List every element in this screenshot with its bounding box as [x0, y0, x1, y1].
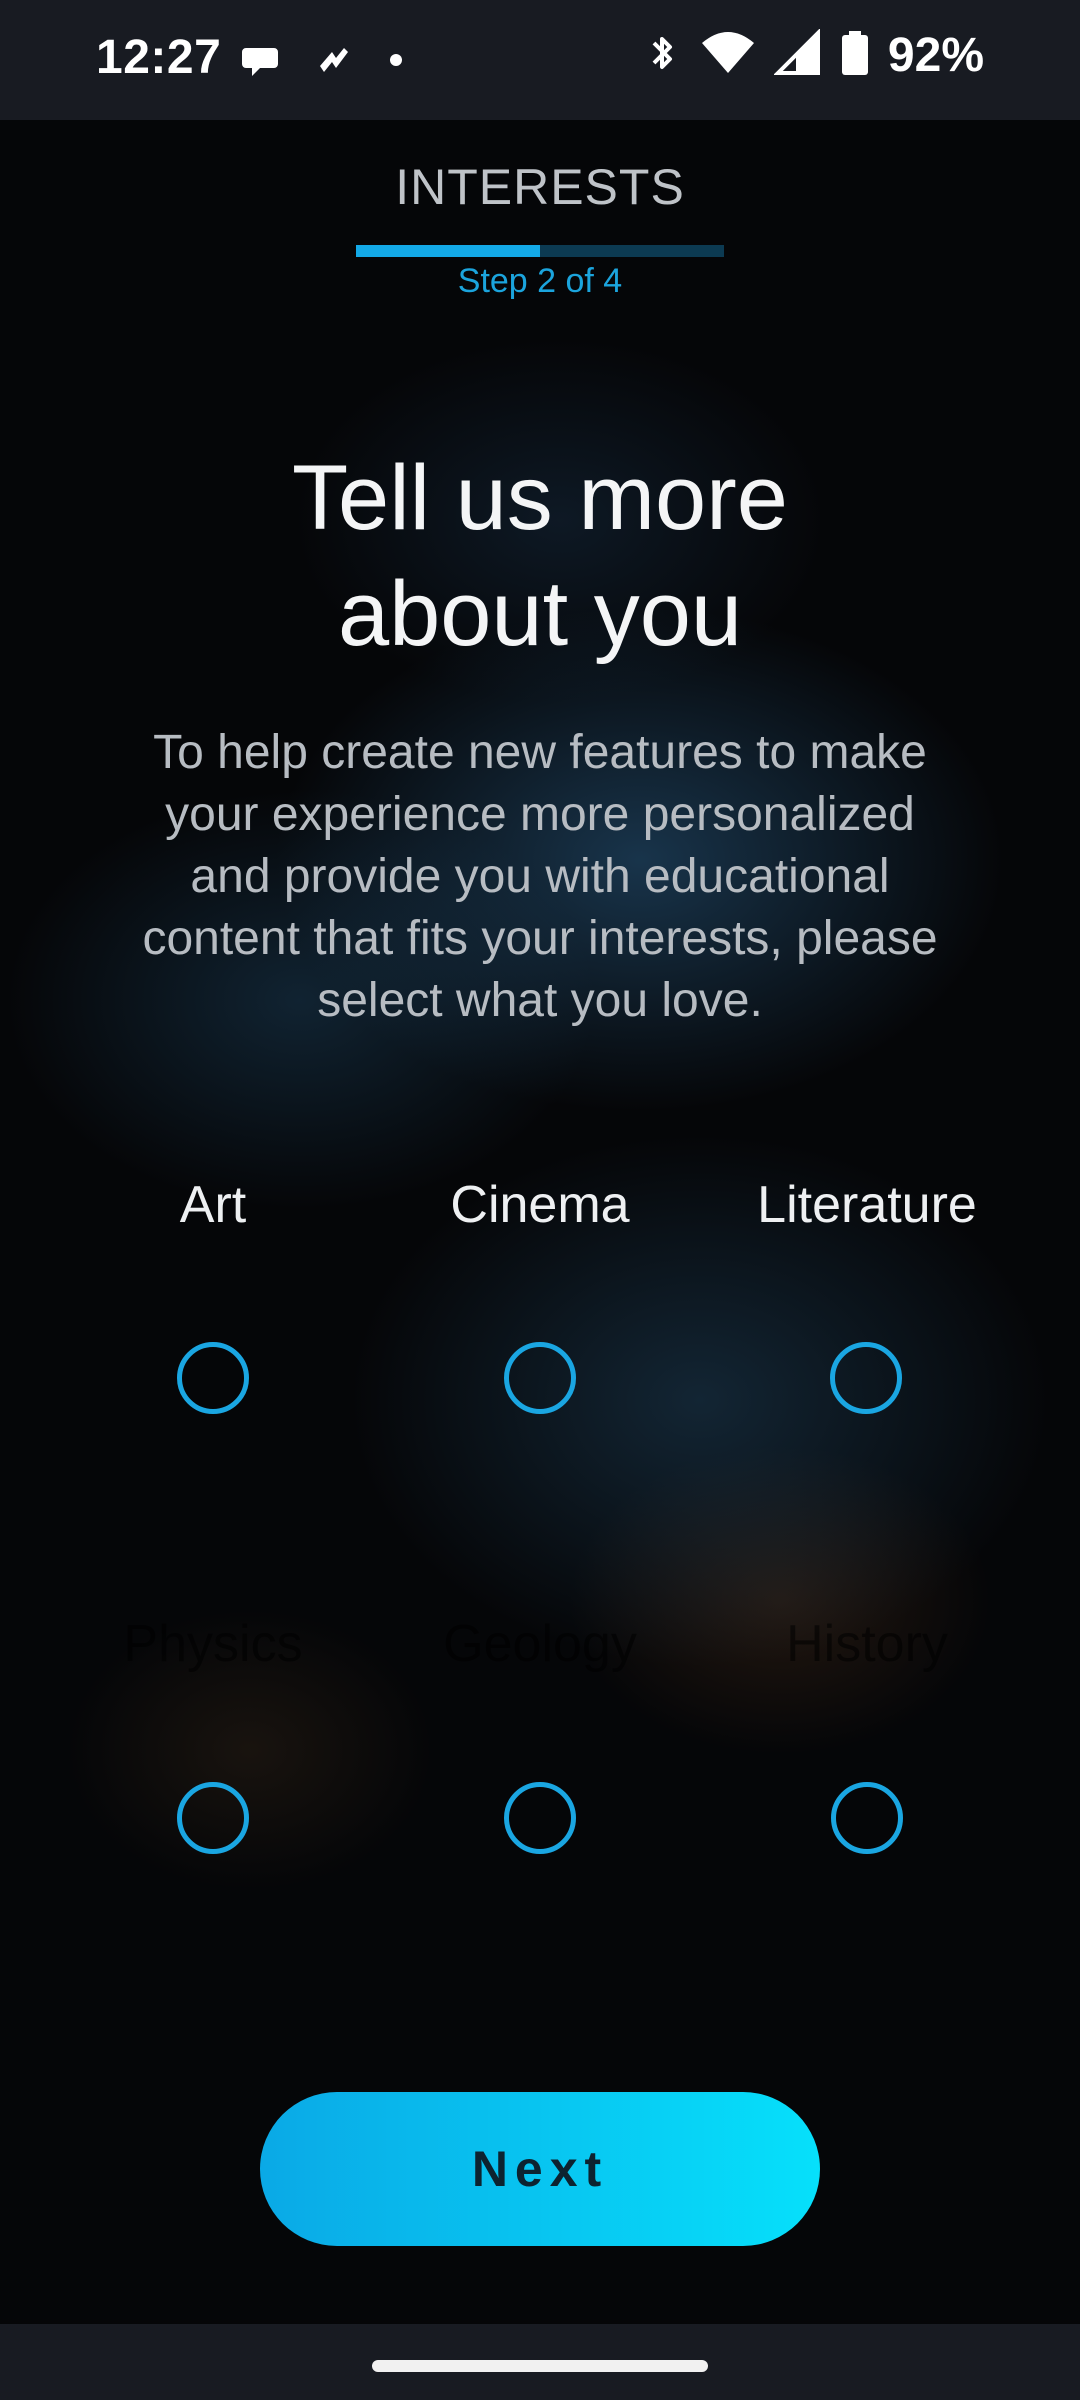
interest-label: Physics [123, 1615, 303, 1673]
dot-icon [388, 52, 404, 73]
interest-option-literature[interactable]: Literature [697, 1173, 1037, 1237]
interests-screen: 12:27 92% INTERESTS Step 2 of 4 Tell us … [0, 0, 1080, 2400]
page-title: Tell us more about you [0, 440, 1080, 672]
interest-label: Art [179, 1176, 247, 1234]
interest-radio-cinema[interactable] [504, 1342, 576, 1414]
bluetooth-icon [642, 29, 682, 82]
interest-label: History [786, 1615, 948, 1673]
status-bar: 12:27 92% [0, 0, 1080, 120]
next-button[interactable]: Next [260, 2092, 820, 2246]
battery-percent: 92% [887, 29, 984, 82]
interest-option-physics[interactable]: Physics [43, 1612, 383, 1676]
interest-radio-literature[interactable] [830, 1342, 902, 1414]
status-time: 12:27 [96, 31, 222, 84]
interest-radio-art[interactable] [177, 1342, 249, 1414]
interest-radio-history[interactable] [831, 1782, 903, 1854]
home-indicator[interactable] [372, 2360, 708, 2372]
notification-icons [240, 40, 404, 85]
interest-radio-geology[interactable] [504, 1782, 576, 1854]
interest-label: Geology [443, 1615, 637, 1673]
wifi-icon [700, 29, 756, 82]
health-app-icon [314, 40, 354, 85]
step-progress-fill [356, 245, 540, 257]
system-icons: 92% [642, 28, 984, 83]
section-title: INTERESTS [395, 159, 685, 215]
interest-option-cinema[interactable]: Cinema [370, 1173, 710, 1237]
interest-option-geology[interactable]: Geology [370, 1612, 710, 1676]
step-label: Step 2 of 4 [457, 262, 623, 300]
interest-option-history[interactable]: History [697, 1612, 1037, 1676]
page-title-line-2: about you [337, 563, 743, 665]
step-progress-bar [356, 245, 724, 257]
interest-option-art[interactable]: Art [43, 1173, 383, 1237]
battery-icon [840, 29, 870, 82]
cell-signal-icon [773, 28, 822, 82]
intro-description: To help create new features to make your… [142, 726, 938, 1027]
page-title-line-1: Tell us more [292, 447, 788, 549]
navigation-bar [0, 2324, 1080, 2400]
interest-radio-physics[interactable] [177, 1782, 249, 1854]
chat-bubble-icon [240, 40, 280, 85]
interest-label: Literature [757, 1176, 977, 1234]
interest-label: Cinema [450, 1176, 630, 1234]
